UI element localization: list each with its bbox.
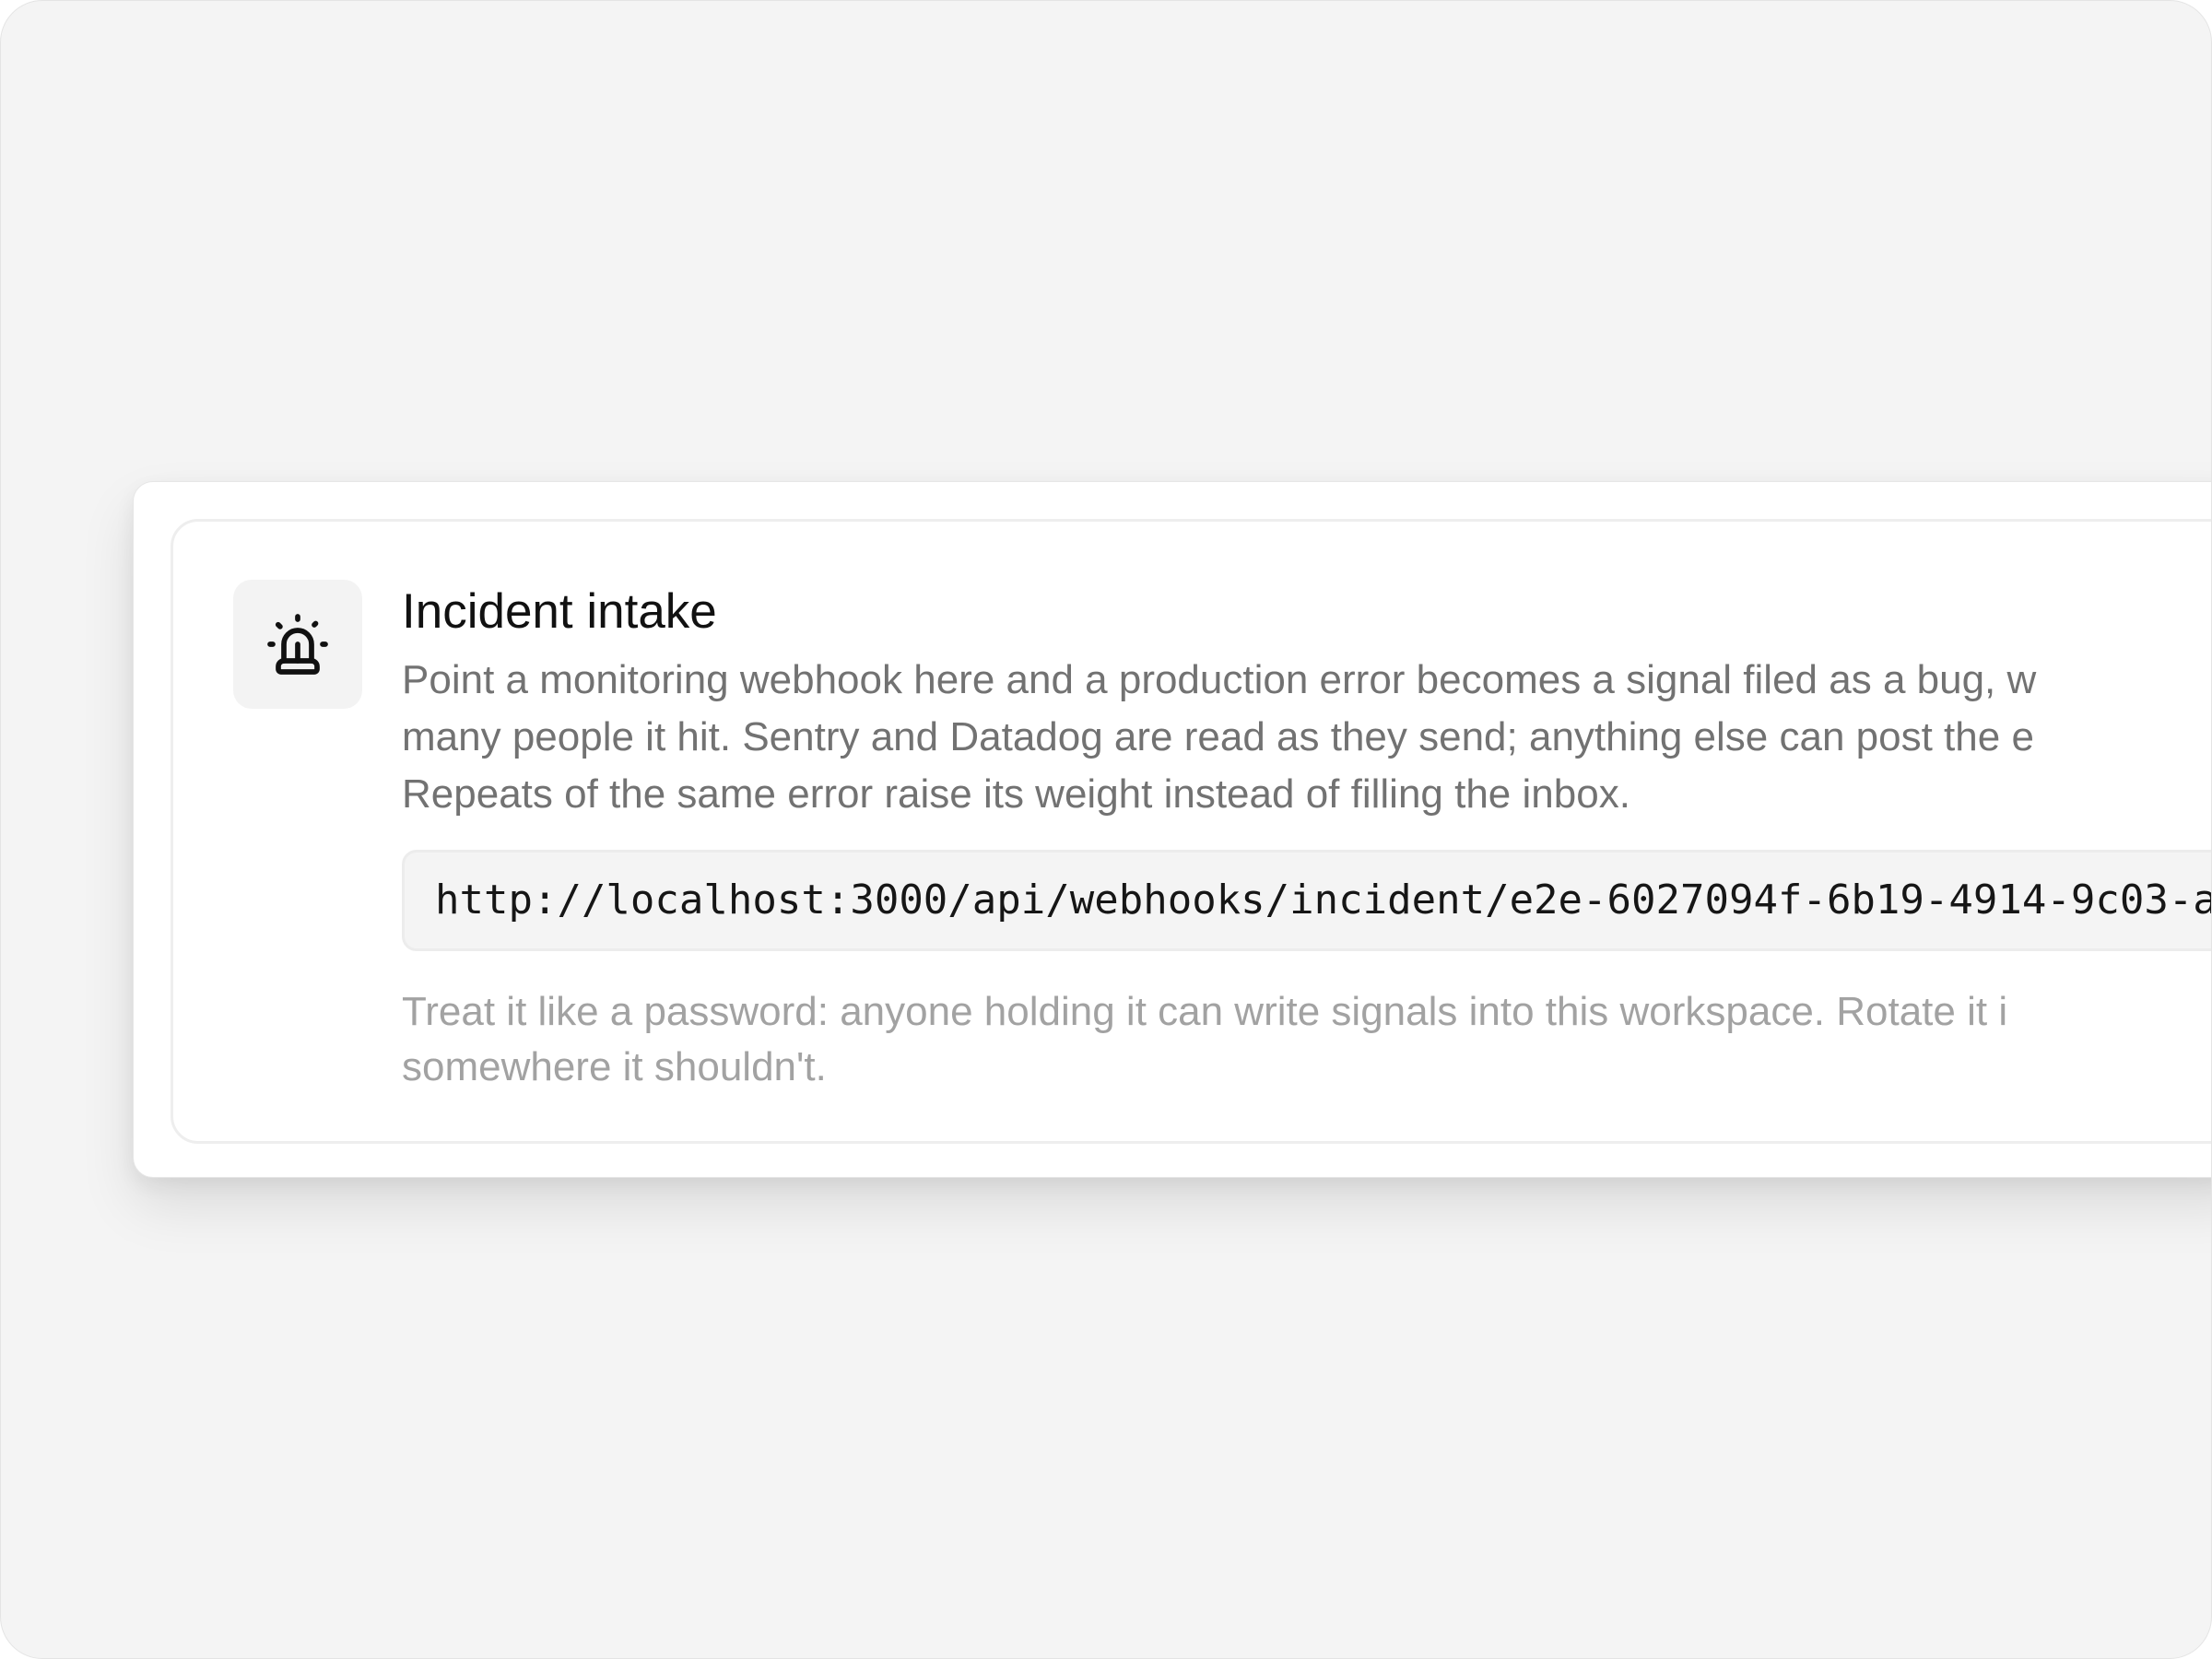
security-hint: Treat it like a password: anyone holding… xyxy=(402,984,2211,1095)
webhook-url-text[interactable]: http://localhost:3000/api/webhooks/incid… xyxy=(435,877,2211,924)
icon-tile xyxy=(233,580,362,709)
description-line: Repeats of the same error raise its weig… xyxy=(402,771,1630,817)
webhook-url-field[interactable]: http://localhost:3000/api/webhooks/incid… xyxy=(402,849,2211,951)
card-title: Incident intake xyxy=(402,584,717,639)
incident-intake-card: Incident intake Point a monitoring webho… xyxy=(171,519,2211,1144)
card-description: Point a monitoring webhook here and a pr… xyxy=(402,652,2211,823)
hint-line: Treat it like a password: anyone holding… xyxy=(402,988,2008,1034)
window-frame: Incident intake Point a monitoring webho… xyxy=(0,0,2212,1659)
hint-line: somewhere it shouldn't. xyxy=(402,1043,827,1089)
settings-panel: Incident intake Point a monitoring webho… xyxy=(133,481,2211,1178)
description-line: many people it hit. Sentry and Datadog a… xyxy=(402,713,2034,759)
description-line: Point a monitoring webhook here and a pr… xyxy=(402,656,2037,702)
card-content: Incident intake Point a monitoring webho… xyxy=(402,582,2211,1095)
siren-icon xyxy=(267,614,328,675)
